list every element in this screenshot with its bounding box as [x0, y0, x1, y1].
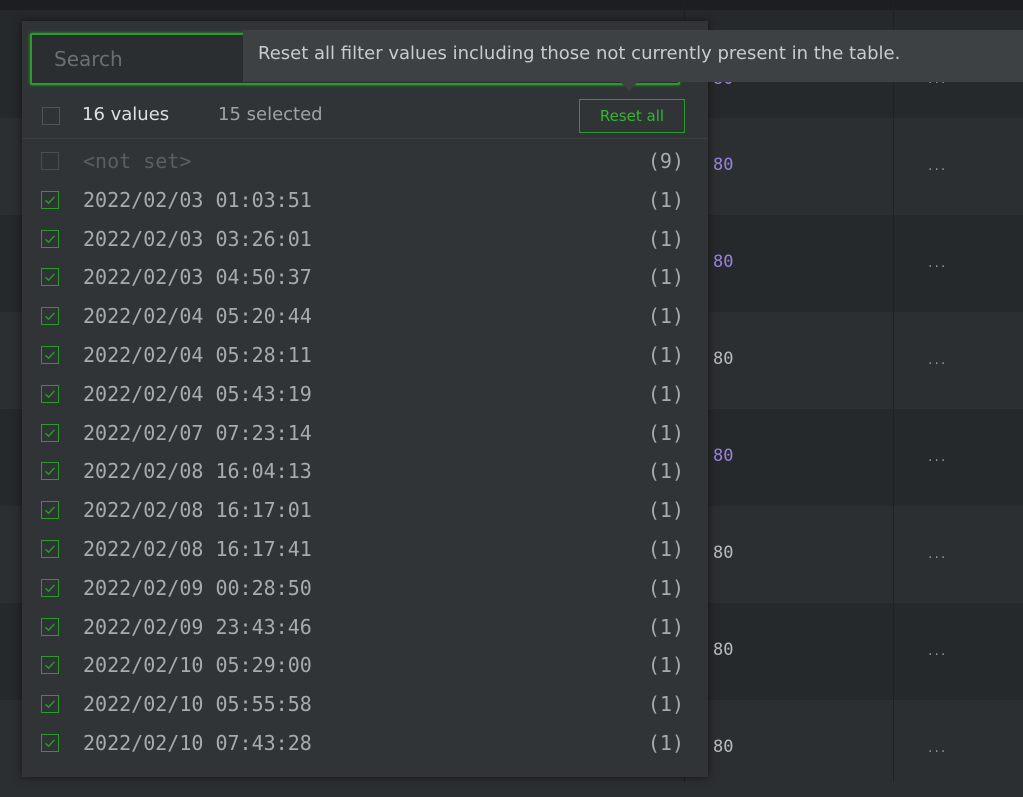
filter-value-label: 2022/02/03 04:50:37	[83, 265, 312, 289]
filter-value-count: (1)	[647, 459, 684, 483]
filter-value-label: 2022/02/09 00:28:50	[83, 576, 312, 600]
filter-value-item[interactable]: 2022/02/10 05:29:00 (1)	[22, 646, 708, 684]
more-indicator[interactable]: ...	[928, 449, 947, 465]
filter-value-count: (9)	[647, 149, 684, 173]
table-cell-value: 80	[713, 446, 734, 466]
filter-value-count: (1)	[647, 576, 684, 600]
filter-value-item[interactable]: 2022/02/03 01:03:51 (1)	[22, 181, 708, 219]
filter-value-count: (1)	[647, 731, 684, 755]
checked-checkbox-icon[interactable]	[41, 462, 59, 480]
filter-value-item[interactable]: 2022/02/04 05:20:44 (1)	[22, 297, 708, 335]
table-cell-value: 80	[713, 640, 734, 660]
filter-value-count: (1)	[647, 265, 684, 289]
checked-checkbox-icon[interactable]	[41, 307, 59, 325]
filter-value-item[interactable]: 2022/02/10 07:43:28 (1)	[22, 724, 708, 762]
filter-value-count: (1)	[647, 615, 684, 639]
more-indicator[interactable]: ...	[928, 352, 947, 368]
filter-value-item[interactable]: <not set> (9)	[22, 142, 708, 180]
filter-value-label: 2022/02/10 05:55:58	[83, 692, 312, 716]
table-cell-value: 80	[713, 543, 734, 563]
checked-checkbox-icon[interactable]	[41, 385, 59, 403]
filter-value-item[interactable]: 2022/02/09 23:43:46 (1)	[22, 608, 708, 646]
filter-value-label: 2022/02/08 16:17:01	[83, 498, 312, 522]
filter-value-item[interactable]: 2022/02/04 05:28:11 (1)	[22, 336, 708, 374]
filter-value-item[interactable]: 2022/02/08 16:17:41 (1)	[22, 530, 708, 568]
filter-value-item[interactable]: 2022/02/07 07:23:14 (1)	[22, 414, 708, 452]
divider	[22, 138, 708, 139]
checked-checkbox-icon[interactable]	[41, 346, 59, 364]
filter-value-count: (1)	[647, 653, 684, 677]
checked-checkbox-icon[interactable]	[41, 734, 59, 752]
filter-value-item[interactable]: 2022/02/08 16:17:01 (1)	[22, 491, 708, 529]
table-cell-value: 80	[713, 155, 734, 175]
filter-value-label: 2022/02/03 03:26:01	[83, 227, 312, 251]
filter-value-item[interactable]: 2022/02/03 03:26:01 (1)	[22, 220, 708, 258]
more-indicator[interactable]: ...	[928, 546, 947, 562]
more-indicator[interactable]: ...	[928, 740, 947, 756]
filter-dropdown: 16 values 15 selected Reset all <not set…	[22, 21, 708, 777]
filter-value-count: (1)	[647, 343, 684, 367]
filter-value-label: 2022/02/04 05:20:44	[83, 304, 312, 328]
filter-value-label: 2022/02/04 05:43:19	[83, 382, 312, 406]
filter-value-label: 2022/02/08 16:17:41	[83, 537, 312, 561]
table-cell-value: 80	[713, 252, 734, 272]
filter-value-label: 2022/02/07 07:23:14	[83, 421, 312, 445]
filter-value-count: (1)	[647, 421, 684, 445]
more-indicator[interactable]: ...	[928, 643, 947, 659]
checked-checkbox-icon[interactable]	[41, 268, 59, 286]
select-all-checkbox[interactable]	[42, 107, 60, 125]
checked-checkbox-icon[interactable]	[41, 424, 59, 442]
filter-value-label: <not set>	[83, 149, 192, 173]
filter-value-label: 2022/02/10 05:29:00	[83, 653, 312, 677]
filter-value-label: 2022/02/09 23:43:46	[83, 615, 312, 639]
checked-checkbox-icon[interactable]	[41, 695, 59, 713]
filter-value-count: (1)	[647, 537, 684, 561]
filter-value-count: (1)	[647, 382, 684, 406]
reset-all-button[interactable]: Reset all	[579, 99, 685, 133]
filter-value-item[interactable]: 2022/02/04 05:43:19 (1)	[22, 375, 708, 413]
checked-checkbox-icon[interactable]	[41, 540, 59, 558]
column-divider	[893, 0, 894, 782]
checked-checkbox-icon[interactable]	[41, 501, 59, 519]
filter-value-item[interactable]: 2022/02/03 04:50:37 (1)	[22, 258, 708, 296]
checked-checkbox-icon[interactable]	[41, 656, 59, 674]
table-cell-value: 80	[713, 737, 734, 757]
checked-checkbox-icon[interactable]	[41, 191, 59, 209]
filter-value-count: (1)	[647, 188, 684, 212]
more-indicator[interactable]: ...	[928, 255, 947, 271]
filter-value-item[interactable]: 2022/02/09 00:28:50 (1)	[22, 569, 708, 607]
filter-value-count: (1)	[647, 692, 684, 716]
values-count: 16 values	[82, 104, 170, 125]
checked-checkbox-icon[interactable]	[41, 579, 59, 597]
unchecked-checkbox-icon[interactable]	[41, 152, 59, 170]
tooltip-arrow	[620, 82, 638, 91]
tooltip: Reset all filter values including those …	[243, 30, 1023, 82]
checked-checkbox-icon[interactable]	[41, 618, 59, 636]
more-indicator[interactable]: ...	[928, 158, 947, 174]
filter-value-item[interactable]: 2022/02/10 05:55:58 (1)	[22, 685, 708, 723]
filter-value-count: (1)	[647, 227, 684, 251]
filter-value-label: 2022/02/10 07:43:28	[83, 731, 312, 755]
filter-value-count: (1)	[647, 304, 684, 328]
table-header-strip	[0, 0, 1023, 10]
selected-count: 15 selected	[218, 104, 323, 125]
filter-value-label: 2022/02/03 01:03:51	[83, 188, 312, 212]
filter-value-item[interactable]: 2022/02/08 16:04:13 (1)	[22, 452, 708, 490]
filter-value-count: (1)	[647, 498, 684, 522]
filter-value-label: 2022/02/04 05:28:11	[83, 343, 312, 367]
checked-checkbox-icon[interactable]	[41, 230, 59, 248]
table-cell-value: 80	[713, 349, 734, 369]
filter-value-label: 2022/02/08 16:04:13	[83, 459, 312, 483]
